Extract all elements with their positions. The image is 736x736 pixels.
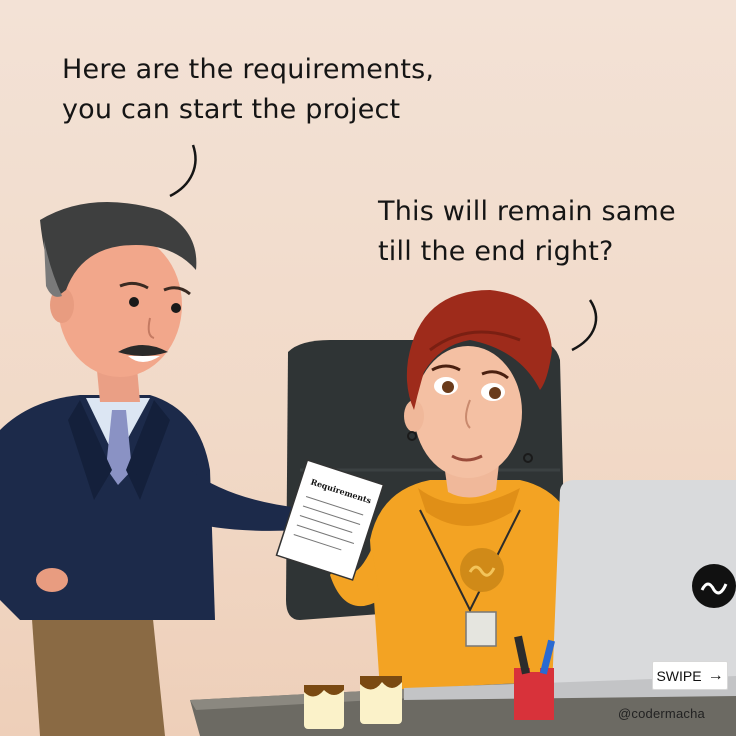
manager-speech-tail	[169, 144, 197, 198]
developer-speech: This will remain same till the end right…	[378, 192, 718, 272]
comic-panel: Requirements Here are the requirements, …	[0, 0, 736, 736]
swipe-button[interactable]: SWIPE →	[652, 661, 728, 690]
pen-holder	[514, 632, 555, 720]
manager-speech: Here are the requirements, you can start…	[62, 50, 502, 130]
developer-speech-line-1: This will remain same	[378, 196, 676, 227]
author-handle: @codermacha	[618, 706, 705, 721]
manager-speech-line-2: you can start the project	[62, 94, 401, 125]
swipe-label: SWIPE	[656, 667, 702, 684]
developer-speech-line-2: till the end right?	[378, 236, 614, 267]
manager-speech-line-1: Here are the requirements,	[62, 54, 435, 85]
manager-character	[0, 202, 322, 736]
developer-speech-tail	[571, 299, 598, 352]
arrow-right-icon: →	[707, 666, 724, 684]
